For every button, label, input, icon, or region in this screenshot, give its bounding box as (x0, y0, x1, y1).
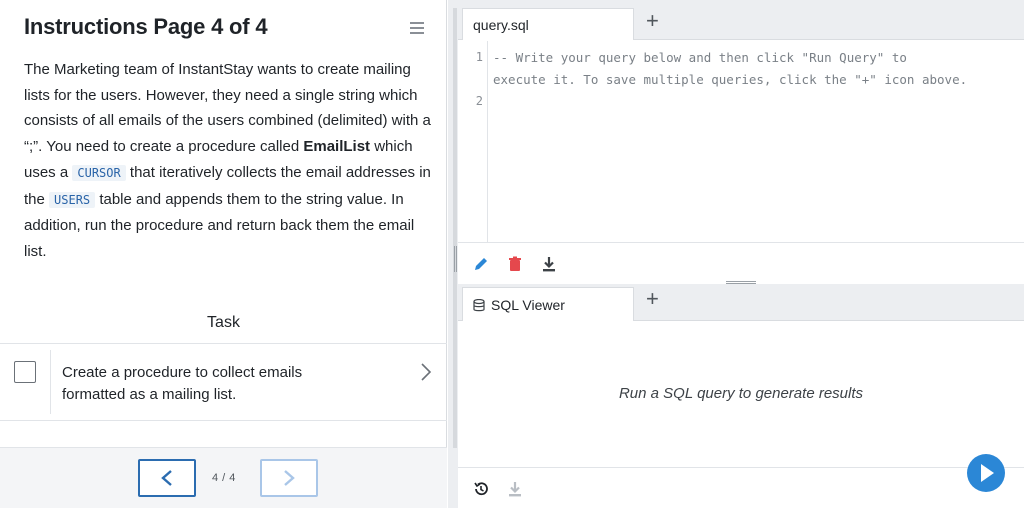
empty-results-message: Run a SQL query to generate results (618, 385, 864, 402)
procedure-name: EmailList (303, 138, 371, 156)
instructions-panel: Instructions Page 4 of 4 The Marketing t… (0, 0, 447, 508)
line-gutter: 1 2 (458, 41, 488, 242)
checkbox-icon[interactable] (14, 361, 36, 383)
add-tab-plus-icon[interactable]: + (646, 10, 659, 32)
instructions-description: The Marketing team of InstantStay wants … (24, 57, 434, 265)
task-heading: Task (207, 314, 240, 331)
viewer-tabbar: SQL Viewer + (458, 284, 1024, 321)
results-footer (458, 454, 1024, 508)
code-line[interactable]: -- Write your query below and then click… (493, 50, 907, 65)
tab-query-sql[interactable]: query.sql (462, 8, 634, 40)
line-number: 1 (475, 50, 483, 64)
menu-icon[interactable] (410, 22, 424, 36)
code-cursor: CURSOR (72, 164, 126, 181)
instructions-title: Instructions Page 4 of 4 (24, 14, 268, 39)
editor-tabbar: query.sql + (458, 0, 1024, 40)
add-viewer-plus-icon[interactable]: + (646, 288, 659, 310)
tab-sql-viewer[interactable]: SQL Viewer (462, 287, 634, 321)
app: Instructions Page 4 of 4 The Marketing t… (0, 0, 1024, 508)
previous-page-button[interactable] (138, 459, 196, 497)
tab-label: query.sql (473, 17, 529, 33)
instructions-header: Instructions Page 4 of 4 (0, 0, 447, 56)
run-query-button[interactable] (967, 454, 1005, 492)
sql-editor[interactable]: 1 2 -- Write your query below and then c… (458, 41, 1024, 242)
pagination: 4 / 4 (0, 447, 447, 508)
task-text: Create a procedure to collect emails for… (62, 364, 303, 403)
results-area: Run a SQL query to generate results (458, 321, 1024, 467)
trash-icon[interactable] (506, 255, 524, 273)
line-number: 2 (475, 94, 483, 108)
pencil-icon[interactable] (472, 255, 490, 273)
workspace: query.sql + 1 2 -- Write your query belo… (458, 0, 1024, 508)
splitter-grip[interactable] (454, 246, 457, 272)
download-icon[interactable] (540, 255, 558, 273)
editor-toolbar (458, 242, 1024, 284)
next-page-button[interactable] (260, 459, 318, 497)
chevron-left-icon (161, 470, 172, 486)
download-icon[interactable] (506, 480, 524, 498)
chevron-right-icon[interactable] (420, 362, 432, 382)
play-icon (981, 464, 994, 482)
code-users: USERS (49, 191, 96, 208)
vertical-splitter[interactable] (448, 0, 458, 508)
tab-label: SQL Viewer (491, 297, 565, 313)
database-icon (473, 299, 485, 312)
code-line[interactable]: execute it. To save multiple queries, cl… (493, 72, 967, 87)
task-divider (50, 350, 51, 414)
task-item[interactable]: Create a procedure to collect emails for… (0, 343, 447, 421)
chevron-right-icon (284, 470, 295, 486)
scrollbar-track[interactable] (453, 8, 457, 448)
page-count: 4 / 4 (212, 472, 236, 484)
history-icon[interactable] (472, 480, 490, 498)
